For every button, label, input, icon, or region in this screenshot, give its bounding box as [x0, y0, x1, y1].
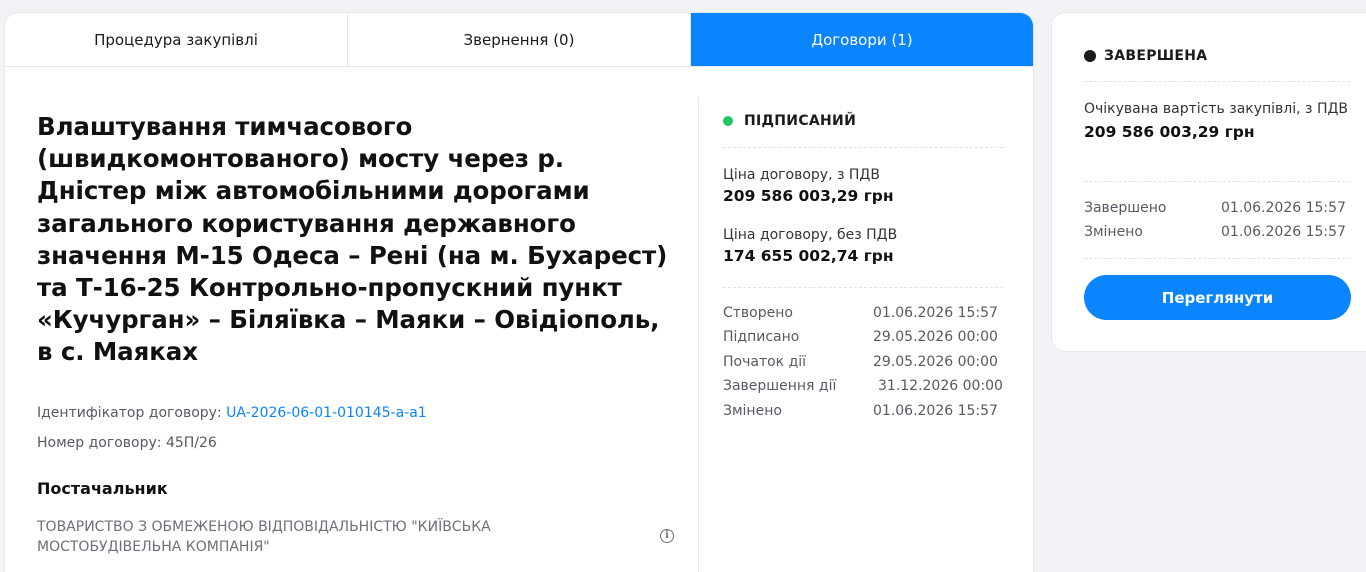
contract-number-label: Номер договору: — [37, 435, 162, 451]
price-novat-label: Ціна договору, без ПДВ — [723, 227, 898, 243]
expected-value-label: Очікувана вартість закупівлі, з ПДВ — [1084, 101, 1349, 117]
date-row-completed: Завершено 01.06.2026 15:57 — [1084, 196, 1350, 220]
supplier-heading: Постачальник — [37, 479, 168, 498]
date-value: 01.06.2026 15:57 — [1221, 200, 1346, 216]
date-label: Змінено — [723, 402, 782, 419]
contract-number-value: 45П/26 — [165, 435, 217, 451]
contract-number-row: Номер договору: 45П/26 — [37, 433, 217, 453]
contract-id-row: Ідентифікатор договору: UA-2026-06-01-01… — [37, 403, 427, 423]
tab-bar: Процедура закупівлі Звернення (0) Догово… — [5, 13, 1033, 67]
price-vat-label: Ціна договору, з ПДВ — [723, 167, 880, 183]
tab-contracts[interactable]: Договори (1) — [691, 13, 1033, 66]
date-value: 29.05.2026 00:00 — [873, 353, 998, 370]
date-row-modified: Змінено 01.06.2026 15:57 — [1084, 220, 1350, 244]
expected-value-amount: 209 586 003,29 грн — [1084, 123, 1255, 141]
divider — [723, 147, 1003, 148]
tender-card: ЗАВЕРШЕНА Очікувана вартість закупівлі, … — [1051, 12, 1366, 352]
divider — [723, 287, 1003, 288]
price-novat: Ціна договору, без ПДВ 174 655 002,74 гр… — [723, 225, 1003, 267]
date-label: Змінено — [1084, 224, 1143, 241]
date-value: 29.05.2026 00:00 — [873, 329, 998, 346]
contract-dates: Створено 01.06.2026 15:57 Підписано 29.0… — [723, 301, 1013, 423]
status-dot-icon — [723, 116, 733, 126]
price-novat-value: 174 655 002,74 грн — [723, 247, 894, 265]
date-label: Завершено — [1084, 200, 1167, 216]
date-row-created: Створено 01.06.2026 15:57 — [723, 301, 1013, 325]
date-value: 01.06.2026 15:57 — [873, 402, 998, 419]
date-value: 01.06.2026 15:57 — [1221, 224, 1346, 241]
info-icon[interactable]: i — [660, 529, 674, 543]
divider — [1084, 181, 1350, 182]
tab-appeals[interactable]: Звернення (0) — [348, 13, 691, 66]
tab-procedure[interactable]: Процедура закупівлі — [5, 13, 348, 66]
date-label: Завершення дії — [723, 378, 837, 395]
tender-status-label: ЗАВЕРШЕНА — [1104, 48, 1208, 64]
contract-id-label: Ідентифікатор договору: — [37, 405, 222, 421]
date-label: Створено — [723, 305, 793, 321]
contract-status: ПІДПИСАНИЙ — [723, 113, 856, 129]
tender-dates: Завершено 01.06.2026 15:57 Змінено 01.06… — [1084, 196, 1350, 245]
price-vat: Ціна договору, з ПДВ 209 586 003,29 грн — [723, 165, 1003, 207]
contract-status-label: ПІДПИСАНИЙ — [744, 113, 857, 129]
divider — [1084, 81, 1350, 82]
date-value: 31.12.2026 00:00 — [878, 378, 1003, 395]
date-value: 01.06.2026 15:57 — [873, 305, 998, 321]
date-label: Початок дії — [723, 353, 807, 370]
date-row-signed: Підписано 29.05.2026 00:00 — [723, 325, 1013, 349]
price-vat-value: 209 586 003,29 грн — [723, 187, 894, 205]
status-dot-icon — [1084, 50, 1096, 62]
date-label: Підписано — [723, 329, 800, 346]
tender-status: ЗАВЕРШЕНА — [1084, 48, 1207, 64]
contract-card: Процедура закупівлі Звернення (0) Догово… — [4, 12, 1034, 572]
date-row-modified: Змінено 01.06.2026 15:57 — [723, 399, 1013, 423]
expected-value: Очікувана вартість закупівлі, з ПДВ 209 … — [1084, 99, 1350, 143]
date-row-start: Початок дії 29.05.2026 00:00 — [723, 350, 1013, 374]
view-button[interactable]: Переглянути — [1084, 275, 1351, 320]
contract-title: Влаштування тимчасового (швидкомонтовано… — [37, 112, 668, 367]
contract-id-link[interactable]: UA-2026-06-01-010145-a-a1 — [226, 405, 427, 421]
divider — [1084, 258, 1350, 259]
column-divider — [698, 97, 699, 572]
supplier-name: ТОВАРИСТВО З ОБМЕЖЕНОЮ ВІДПОВІДАЛЬНІСТЮ … — [37, 519, 491, 555]
date-row-end: Завершення дії 31.12.2026 00:00 — [723, 374, 1013, 398]
